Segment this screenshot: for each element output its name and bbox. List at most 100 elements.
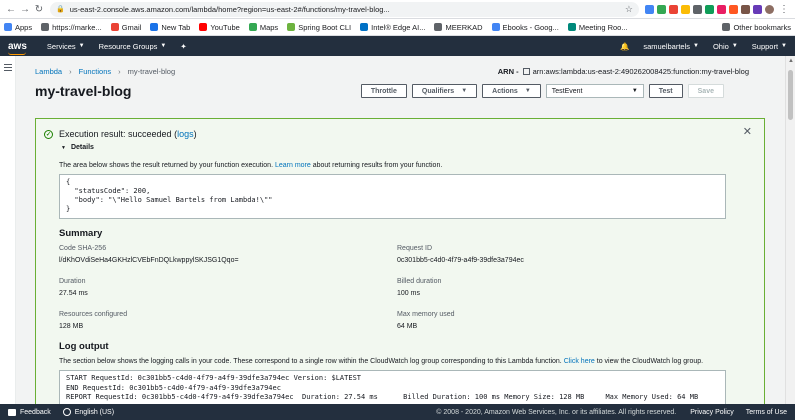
extension-icon[interactable] <box>669 4 678 14</box>
bookmark-spring-boot[interactable]: Spring Boot CLI <box>287 23 351 32</box>
bell-icon[interactable]: 🔔 <box>620 42 629 51</box>
scroll-thumb[interactable] <box>788 70 793 120</box>
bookmark-apps[interactable]: Apps <box>4 23 32 32</box>
extension-icon[interactable] <box>729 4 738 14</box>
summary-field: Billed duration 100 ms <box>397 278 727 306</box>
learn-more-link[interactable]: Learn more <box>275 162 311 169</box>
profile-avatar[interactable] <box>765 4 774 14</box>
bookmark-ebooks[interactable]: Ebooks - Goog... <box>491 23 559 32</box>
browser-toolbar: ← → ↻ 🔒 us-east-2.console.aws.amazon.com… <box>0 0 795 19</box>
result-output[interactable]: { "statusCode": 200, "body": "\"Hello Sa… <box>59 174 726 219</box>
log-output[interactable]: START RequestId: 0c301bb5-c4d0-4f79-a4f9… <box>59 370 726 404</box>
field-label: Max memory used <box>397 311 455 318</box>
meet-icon <box>567 23 576 31</box>
extension-icon[interactable] <box>681 4 690 14</box>
caret-down-icon: ▼ <box>461 88 468 94</box>
extension-icon[interactable] <box>657 4 666 14</box>
bookmark-meeting[interactable]: Meeting Roo... <box>567 23 628 32</box>
summary-field: Duration 27.54 ms <box>59 278 397 306</box>
back-icon[interactable]: ← <box>4 2 18 16</box>
summary-field: Request ID 0c301bb5-c4d0-4f79-a4f9-39dfe3… <box>397 245 727 273</box>
test-button[interactable]: Test <box>648 84 683 98</box>
extension-icon[interactable] <box>693 4 702 14</box>
language-selector[interactable]: English (US) <box>62 408 114 416</box>
function-arn: ARN - arn:aws:lambda:us-east-2:490262008… <box>498 67 749 76</box>
bookmark-youtube[interactable]: YouTube <box>199 23 240 32</box>
extension-icon[interactable] <box>741 4 750 14</box>
extension-icon[interactable] <box>645 4 654 14</box>
forward-icon[interactable]: → <box>18 2 32 16</box>
resource-groups-menu[interactable]: Resource Groups ▼ <box>99 42 167 51</box>
bookmark-maps[interactable]: Maps <box>248 23 278 32</box>
close-icon[interactable]: ✕ <box>743 125 752 138</box>
qualifiers-dropdown[interactable]: Qualifiers ▼ <box>411 84 478 98</box>
bookmark-meerkad[interactable]: MEERKAD <box>434 23 483 32</box>
function-actions: Throttle Qualifiers ▼ Actions ▼ TestEvent ▼… <box>360 84 724 98</box>
field-label: Request ID <box>397 245 433 252</box>
gmail-icon <box>110 23 119 31</box>
feedback-button[interactable]: Feedback <box>8 408 51 416</box>
apps-icon <box>4 23 12 31</box>
caret-down-icon: ▼ <box>524 88 531 94</box>
pin-icon[interactable]: ✦ <box>180 42 186 51</box>
log-output-title: Log output <box>59 341 109 352</box>
field-value: 128 MB <box>59 323 84 330</box>
success-check-icon: ✓ <box>44 129 53 139</box>
menu-kebab-icon[interactable]: ⋮ <box>777 2 791 16</box>
bookmark-intel[interactable]: Intel® Edge AI... <box>360 23 425 32</box>
reload-icon[interactable]: ↻ <box>32 2 46 16</box>
cloudwatch-link[interactable]: Click here <box>564 358 595 365</box>
summary-field: Max memory used 64 MB <box>397 311 727 339</box>
copy-icon[interactable] <box>522 67 530 75</box>
bookmark-gmail[interactable]: Gmail <box>110 23 141 32</box>
aws-smile-icon <box>8 52 26 55</box>
actions-dropdown[interactable]: Actions ▼ <box>482 84 541 98</box>
test-event-select[interactable]: TestEvent ▼ <box>545 84 644 98</box>
bookmark-star-icon[interactable]: ☆ <box>625 4 633 15</box>
services-menu[interactable]: Services ▼ <box>47 42 85 51</box>
caret-down-icon: ▼ <box>731 43 738 49</box>
address-bar[interactable]: 🔒 us-east-2.console.aws.amazon.com/lambd… <box>50 1 639 17</box>
summary-field: Code SHA-256 l/dKhOVdiSeHa4GKHzlCVEbFnDQL… <box>59 245 397 273</box>
bookmark-new-tab[interactable]: New Tab <box>150 23 190 32</box>
caret-down-icon: ▼ <box>693 43 699 49</box>
account-menu[interactable]: samuelbartels ▼ <box>643 42 699 51</box>
terms-of-use-link[interactable]: Terms of Use <box>746 409 787 416</box>
breadcrumb-lambda[interactable]: Lambda <box>35 67 62 76</box>
extension-icon[interactable] <box>705 4 714 14</box>
privacy-policy-link[interactable]: Privacy Policy <box>690 409 734 416</box>
field-label: Code SHA-256 <box>59 245 107 252</box>
details-toggle[interactable]: ▼ Details <box>36 144 764 151</box>
youtube-icon <box>199 23 208 31</box>
extension-icon[interactable] <box>717 4 726 14</box>
globe-icon <box>62 408 71 416</box>
aws-logo[interactable]: aws <box>8 41 27 55</box>
scroll-up-icon[interactable]: ▲ <box>788 58 794 64</box>
field-label: Resources configured <box>59 311 128 318</box>
new-tab-icon <box>150 23 159 31</box>
hamburger-menu-icon[interactable] <box>4 64 12 73</box>
field-label: Duration <box>59 278 86 285</box>
side-navigation-rail <box>0 56 16 404</box>
other-bookmarks[interactable]: Other bookmarks <box>722 23 791 32</box>
page-scrollbar[interactable]: ▲ <box>785 56 795 404</box>
intel-icon <box>360 23 369 31</box>
logs-link[interactable]: logs <box>177 129 194 139</box>
maps-icon <box>248 23 257 31</box>
region-menu[interactable]: Ohio ▼ <box>713 42 738 51</box>
breadcrumb-functions[interactable]: Functions <box>79 67 112 76</box>
field-value: 100 ms <box>397 290 420 297</box>
arn-value: arn:aws:lambda:us-east-2:490262008425:fu… <box>532 66 749 76</box>
save-button[interactable]: Save <box>687 84 724 98</box>
summary-field: Resources configured 128 MB <box>59 311 397 339</box>
main-content: Lambda › Functions › my-travel-blog ARN … <box>16 56 785 404</box>
support-menu[interactable]: Support ▼ <box>752 42 787 51</box>
breadcrumb: Lambda › Functions › my-travel-blog ARN … <box>16 62 785 80</box>
bookmark-item[interactable]: https://marke... <box>41 23 102 32</box>
page-title: my-travel-blog <box>35 83 132 99</box>
throttle-button[interactable]: Throttle <box>360 84 407 98</box>
chevron-right-icon: › <box>118 66 121 76</box>
extension-icon[interactable] <box>753 4 762 14</box>
field-value: 27.54 ms <box>59 290 88 297</box>
field-value: 0c301bb5-c4d0-4f79-a4f9-39dfe3a794ec <box>397 257 524 264</box>
